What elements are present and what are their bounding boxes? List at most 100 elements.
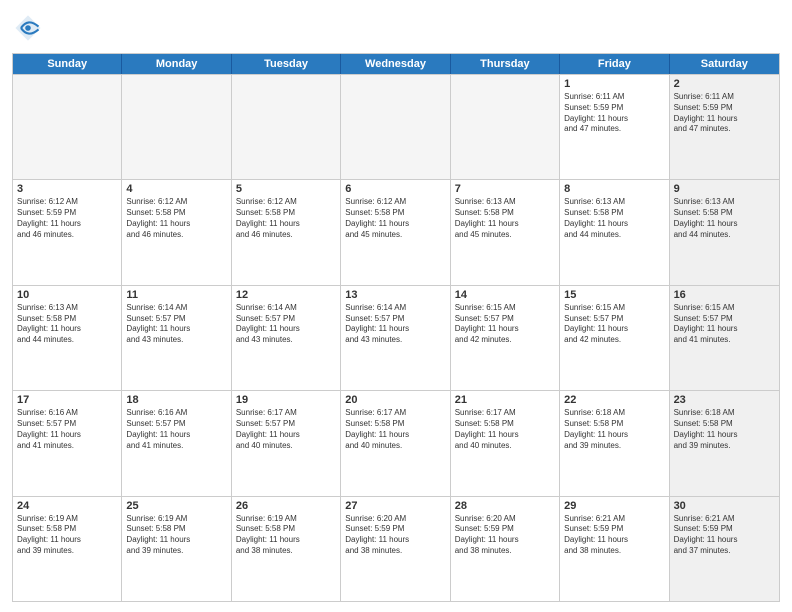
day-cell-2: 2Sunrise: 6:11 AM Sunset: 5:59 PM Daylig… — [670, 75, 779, 179]
day-number: 20 — [345, 394, 445, 406]
calendar-row-5: 24 Sunrise: 6:19 AM Sunset: 5:58 PM Dayli… — [13, 496, 779, 601]
day-number: 7 — [455, 183, 555, 195]
day-cell-18: 18 Sunrise: 6:16 AM Sunset: 5:57 PM Dayli… — [122, 391, 231, 495]
day-info: Sunrise: 6:12 AM Sunset: 5:59 PM Dayligh… — [17, 197, 117, 240]
calendar-row-3: 10 Sunrise: 6:13 AM Sunset: 5:58 PM Dayli… — [13, 285, 779, 390]
day-info: Sunrise: 6:16 AM Sunset: 5:57 PM Dayligh… — [126, 408, 226, 451]
day-number: 19 — [236, 394, 336, 406]
day-number: 22 — [564, 394, 664, 406]
day-info: Sunrise: 6:13 AM Sunset: 5:58 PM Dayligh… — [564, 197, 664, 240]
header-day-wednesday: Wednesday — [341, 54, 450, 74]
day-cell-19: 19 Sunrise: 6:17 AM Sunset: 5:57 PM Dayli… — [232, 391, 341, 495]
day-cell-26: 26 Sunrise: 6:19 AM Sunset: 5:58 PM Dayli… — [232, 497, 341, 601]
day-cell-7: 7 Sunrise: 6:13 AM Sunset: 5:58 PM Daylig… — [451, 180, 560, 284]
day-number: 18 — [126, 394, 226, 406]
header-day-thursday: Thursday — [451, 54, 560, 74]
day-number: 25 — [126, 500, 226, 512]
day-info: Sunrise: 6:16 AM Sunset: 5:57 PM Dayligh… — [17, 408, 117, 451]
day-info: Sunrise: 6:14 AM Sunset: 5:57 PM Dayligh… — [345, 303, 445, 346]
day-info: Sunrise: 6:21 AM Sunset: 5:59 PM Dayligh… — [674, 514, 775, 557]
day-number: 24 — [17, 500, 117, 512]
day-cell-21: 21 Sunrise: 6:17 AM Sunset: 5:58 PM Dayli… — [451, 391, 560, 495]
day-cell-11: 11 Sunrise: 6:14 AM Sunset: 5:57 PM Dayli… — [122, 286, 231, 390]
logo-icon — [14, 14, 42, 42]
day-info: Sunrise: 6:17 AM Sunset: 5:58 PM Dayligh… — [345, 408, 445, 451]
day-info: Sunrise: 6:19 AM Sunset: 5:58 PM Dayligh… — [236, 514, 336, 557]
empty-cell — [341, 75, 450, 179]
day-cell-20: 20 Sunrise: 6:17 AM Sunset: 5:58 PM Dayli… — [341, 391, 450, 495]
day-info: Sunrise: 6:12 AM Sunset: 5:58 PM Dayligh… — [126, 197, 226, 240]
header-day-sunday: Sunday — [13, 54, 122, 74]
calendar-row-1: 1Sunrise: 6:11 AM Sunset: 5:59 PM Daylig… — [13, 74, 779, 179]
day-cell-27: 27Sunrise: 6:20 AM Sunset: 5:59 PM Dayli… — [341, 497, 450, 601]
header-day-saturday: Saturday — [670, 54, 779, 74]
day-cell-4: 4 Sunrise: 6:12 AM Sunset: 5:58 PM Daylig… — [122, 180, 231, 284]
day-number: 21 — [455, 394, 555, 406]
day-info: Sunrise: 6:17 AM Sunset: 5:58 PM Dayligh… — [455, 408, 555, 451]
day-info: Sunrise: 6:13 AM Sunset: 5:58 PM Dayligh… — [17, 303, 117, 346]
day-info: Sunrise: 6:21 AM Sunset: 5:59 PM Dayligh… — [564, 514, 664, 557]
day-cell-1: 1Sunrise: 6:11 AM Sunset: 5:59 PM Daylig… — [560, 75, 669, 179]
logo — [12, 14, 42, 47]
day-number: 28 — [455, 500, 555, 512]
day-cell-15: 15Sunrise: 6:15 AM Sunset: 5:57 PM Dayli… — [560, 286, 669, 390]
day-info: Sunrise: 6:12 AM Sunset: 5:58 PM Dayligh… — [236, 197, 336, 240]
empty-cell — [451, 75, 560, 179]
day-number: 11 — [126, 289, 226, 301]
day-cell-12: 12Sunrise: 6:14 AM Sunset: 5:57 PM Dayli… — [232, 286, 341, 390]
day-cell-24: 24 Sunrise: 6:19 AM Sunset: 5:58 PM Dayli… — [13, 497, 122, 601]
day-number: 30 — [674, 500, 775, 512]
day-cell-28: 28 Sunrise: 6:20 AM Sunset: 5:59 PM Dayli… — [451, 497, 560, 601]
header-day-monday: Monday — [122, 54, 231, 74]
day-cell-23: 23 Sunrise: 6:18 AM Sunset: 5:58 PM Dayli… — [670, 391, 779, 495]
day-cell-22: 22Sunrise: 6:18 AM Sunset: 5:58 PM Dayli… — [560, 391, 669, 495]
day-number: 2 — [674, 78, 775, 90]
day-cell-6: 6 Sunrise: 6:12 AM Sunset: 5:58 PM Daylig… — [341, 180, 450, 284]
day-number: 6 — [345, 183, 445, 195]
day-number: 13 — [345, 289, 445, 301]
header-day-tuesday: Tuesday — [232, 54, 341, 74]
day-info: Sunrise: 6:12 AM Sunset: 5:58 PM Dayligh… — [345, 197, 445, 240]
day-info: Sunrise: 6:17 AM Sunset: 5:57 PM Dayligh… — [236, 408, 336, 451]
day-cell-8: 8 Sunrise: 6:13 AM Sunset: 5:58 PM Daylig… — [560, 180, 669, 284]
day-cell-5: 5 Sunrise: 6:12 AM Sunset: 5:58 PM Daylig… — [232, 180, 341, 284]
day-info: Sunrise: 6:14 AM Sunset: 5:57 PM Dayligh… — [126, 303, 226, 346]
calendar-header: SundayMondayTuesdayWednesdayThursdayFrid… — [13, 54, 779, 74]
day-info: Sunrise: 6:13 AM Sunset: 5:58 PM Dayligh… — [455, 197, 555, 240]
day-info: Sunrise: 6:20 AM Sunset: 5:59 PM Dayligh… — [455, 514, 555, 557]
day-info: Sunrise: 6:15 AM Sunset: 5:57 PM Dayligh… — [674, 303, 775, 346]
empty-cell — [122, 75, 231, 179]
day-cell-30: 30 Sunrise: 6:21 AM Sunset: 5:59 PM Dayli… — [670, 497, 779, 601]
day-info: Sunrise: 6:20 AM Sunset: 5:59 PM Dayligh… — [345, 514, 445, 557]
day-number: 26 — [236, 500, 336, 512]
day-info: Sunrise: 6:19 AM Sunset: 5:58 PM Dayligh… — [17, 514, 117, 557]
calendar-body: 1Sunrise: 6:11 AM Sunset: 5:59 PM Daylig… — [13, 74, 779, 601]
empty-cell — [13, 75, 122, 179]
day-number: 16 — [674, 289, 775, 301]
day-number: 23 — [674, 394, 775, 406]
day-number: 8 — [564, 183, 664, 195]
day-info: Sunrise: 6:15 AM Sunset: 5:57 PM Dayligh… — [455, 303, 555, 346]
calendar: SundayMondayTuesdayWednesdayThursdayFrid… — [12, 53, 780, 602]
day-cell-10: 10 Sunrise: 6:13 AM Sunset: 5:58 PM Dayli… — [13, 286, 122, 390]
day-cell-13: 13 Sunrise: 6:14 AM Sunset: 5:57 PM Dayli… — [341, 286, 450, 390]
day-number: 15 — [564, 289, 664, 301]
day-cell-14: 14Sunrise: 6:15 AM Sunset: 5:57 PM Dayli… — [451, 286, 560, 390]
day-number: 4 — [126, 183, 226, 195]
day-cell-3: 3 Sunrise: 6:12 AM Sunset: 5:59 PM Daylig… — [13, 180, 122, 284]
day-number: 29 — [564, 500, 664, 512]
day-number: 12 — [236, 289, 336, 301]
day-cell-25: 25Sunrise: 6:19 AM Sunset: 5:58 PM Dayli… — [122, 497, 231, 601]
day-cell-17: 17Sunrise: 6:16 AM Sunset: 5:57 PM Dayli… — [13, 391, 122, 495]
day-cell-9: 9 Sunrise: 6:13 AM Sunset: 5:58 PM Daylig… — [670, 180, 779, 284]
day-number: 10 — [17, 289, 117, 301]
day-info: Sunrise: 6:18 AM Sunset: 5:58 PM Dayligh… — [674, 408, 775, 451]
day-number: 9 — [674, 183, 775, 195]
header — [12, 10, 780, 47]
day-cell-29: 29 Sunrise: 6:21 AM Sunset: 5:59 PM Dayli… — [560, 497, 669, 601]
day-number: 5 — [236, 183, 336, 195]
day-info: Sunrise: 6:13 AM Sunset: 5:58 PM Dayligh… — [674, 197, 775, 240]
page: SundayMondayTuesdayWednesdayThursdayFrid… — [0, 0, 792, 612]
calendar-row-2: 3 Sunrise: 6:12 AM Sunset: 5:59 PM Daylig… — [13, 179, 779, 284]
day-number: 3 — [17, 183, 117, 195]
